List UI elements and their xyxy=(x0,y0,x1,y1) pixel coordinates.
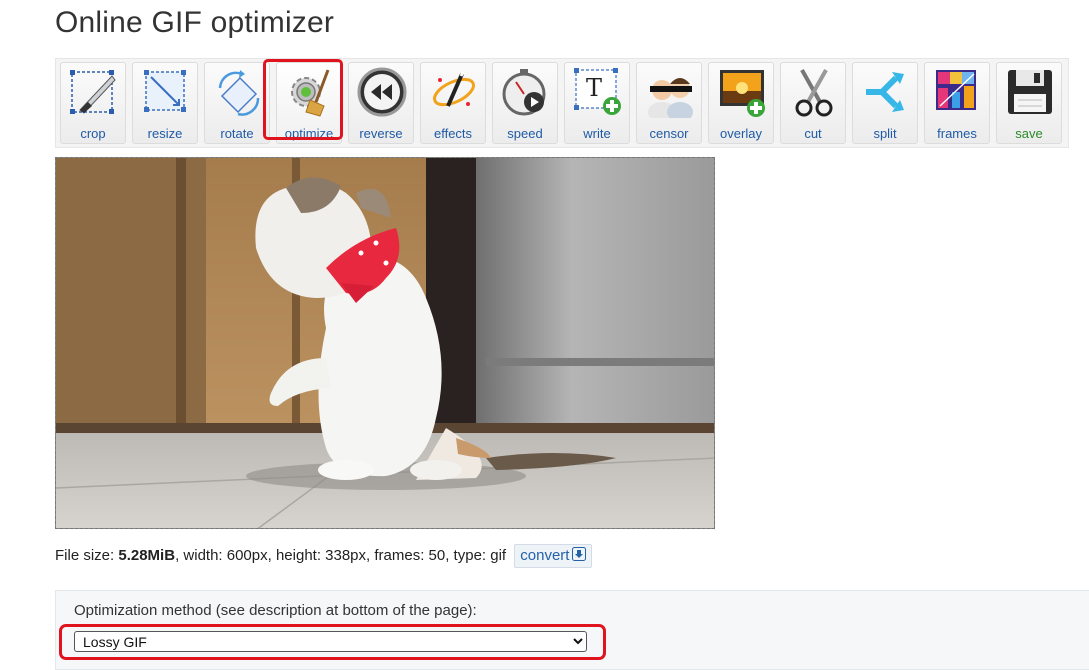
file-size-label: File size: xyxy=(55,546,115,564)
optimization-panel: Optimization method (see description at … xyxy=(55,590,1089,670)
speed-icon xyxy=(502,69,546,116)
write-icon: T xyxy=(574,68,621,115)
reverse-icon xyxy=(357,67,407,117)
page-title: Online GIF optimizer xyxy=(55,6,335,39)
tool-speed[interactable]: speed xyxy=(492,62,558,144)
svg-text:T: T xyxy=(586,74,602,102)
tool-label: split xyxy=(873,126,897,141)
file-info: File size: 5.28MiB, width: 600px, height… xyxy=(55,544,593,568)
frames-icon xyxy=(936,70,976,110)
tool-label: reverse xyxy=(359,126,403,141)
tool-rotate[interactable]: rotate xyxy=(204,62,270,144)
effects-icon xyxy=(433,71,475,107)
tool-resize[interactable]: resize xyxy=(132,62,198,144)
tool-label: effects xyxy=(433,126,473,141)
optimization-method-label: Optimization method (see description at … xyxy=(74,602,477,619)
censor-icon xyxy=(648,78,693,118)
tool-cut[interactable]: cut xyxy=(780,62,846,144)
save-icon xyxy=(1008,70,1052,114)
cut-icon xyxy=(795,69,833,117)
tool-label: save xyxy=(1015,126,1043,141)
tool-save[interactable]: save xyxy=(996,62,1062,144)
toolbar: crop resize rotate optimize reverse effe… xyxy=(55,58,1069,148)
tool-label: optimize xyxy=(284,126,334,141)
tool-label: rotate xyxy=(220,126,254,141)
gif-preview xyxy=(55,157,715,529)
tool-split[interactable]: split xyxy=(852,62,918,144)
tool-label: censor xyxy=(649,126,689,141)
tool-write[interactable]: T write xyxy=(564,62,630,144)
split-icon xyxy=(866,72,904,112)
convert-label: convert xyxy=(520,547,570,564)
tool-label: frames xyxy=(937,126,977,141)
file-size-value: 5.28MiB xyxy=(118,546,176,564)
file-details: , width: 600px, height: 338px, frames: 5… xyxy=(175,546,507,564)
tool-label: speed xyxy=(507,126,543,141)
rotate-icon xyxy=(218,70,260,116)
tool-label: overlay xyxy=(720,126,762,141)
tool-frames[interactable]: frames xyxy=(924,62,990,144)
tool-label: cut xyxy=(804,126,822,141)
tool-label: resize xyxy=(147,126,183,141)
tool-effects[interactable]: effects xyxy=(420,62,486,144)
tool-overlay[interactable]: overlay xyxy=(708,62,774,144)
optimization-method-select[interactable]: Lossy GIF xyxy=(74,631,587,652)
optimize-icon xyxy=(291,69,330,117)
overlay-icon xyxy=(720,70,765,117)
tool-optimize[interactable]: optimize xyxy=(276,62,342,144)
download-icon xyxy=(572,547,587,561)
tool-censor[interactable]: censor xyxy=(636,62,702,144)
tool-label: crop xyxy=(80,126,106,141)
tool-label: write xyxy=(583,126,611,141)
tool-crop[interactable]: crop xyxy=(60,62,126,144)
crop-icon xyxy=(70,70,116,114)
cat-gif-image xyxy=(56,158,714,528)
convert-button[interactable]: convert xyxy=(514,544,593,568)
resize-icon xyxy=(144,70,186,112)
tool-reverse[interactable]: reverse xyxy=(348,62,414,144)
